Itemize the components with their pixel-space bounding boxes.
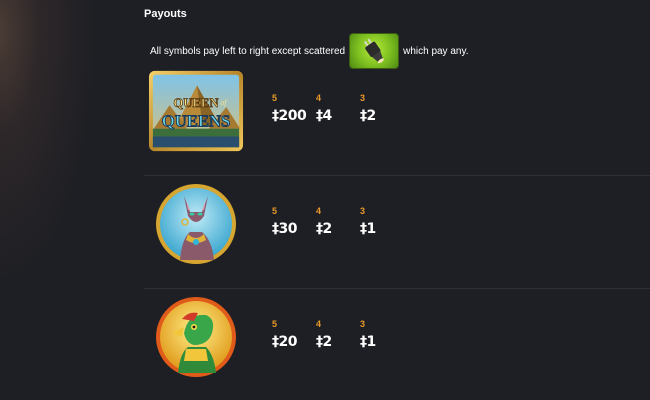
- pay-5: ‡30: [272, 221, 297, 237]
- pay-5: ‡20: [272, 334, 297, 350]
- background-shade: [0, 0, 140, 400]
- logo-text-queen: QUEEN: [173, 96, 219, 110]
- falcon-god-icon: [148, 295, 244, 379]
- count-4: 4: [316, 206, 322, 216]
- pay-4: ‡2: [316, 221, 332, 237]
- logo-text-queens: QUEENS: [162, 112, 230, 131]
- count-5: 5: [272, 93, 278, 103]
- pay-4: ‡4: [316, 108, 332, 124]
- pay-4: ‡2: [316, 334, 332, 350]
- count-3: 3: [360, 319, 366, 329]
- count-3: 3: [360, 206, 366, 216]
- count-4: 4: [316, 319, 322, 329]
- payouts-title: Payouts: [144, 8, 187, 20]
- count-5: 5: [272, 319, 278, 329]
- count-3: 3: [360, 93, 366, 103]
- payout-row-cat-goddess: 5 4 3 ‡30 ‡2 ‡1: [144, 176, 650, 289]
- payouts-page: Payouts All symbols pay left to right ex…: [0, 0, 650, 400]
- payout-row-falcon-god: 5 4 3 ‡20 ‡2 ‡1: [144, 289, 650, 400]
- count-4: 4: [316, 93, 322, 103]
- pay-3: ‡1: [360, 334, 376, 350]
- pay-3: ‡2: [360, 108, 376, 124]
- intro-text-after: which pay any.: [403, 45, 469, 57]
- cat-goddess-icon: [148, 182, 244, 266]
- queen-of-queens-logo: QUEEN of QUEENS: [148, 69, 244, 153]
- intro-text-before: All symbols pay left to right except sca…: [150, 45, 346, 57]
- pay-5: ‡200: [272, 108, 307, 124]
- count-5: 5: [272, 206, 278, 216]
- pay-3: ‡1: [360, 221, 376, 237]
- payout-row-queen-of-queens: QUEEN of QUEENS 5 4 3 ‡200 ‡4 ‡2: [144, 63, 650, 176]
